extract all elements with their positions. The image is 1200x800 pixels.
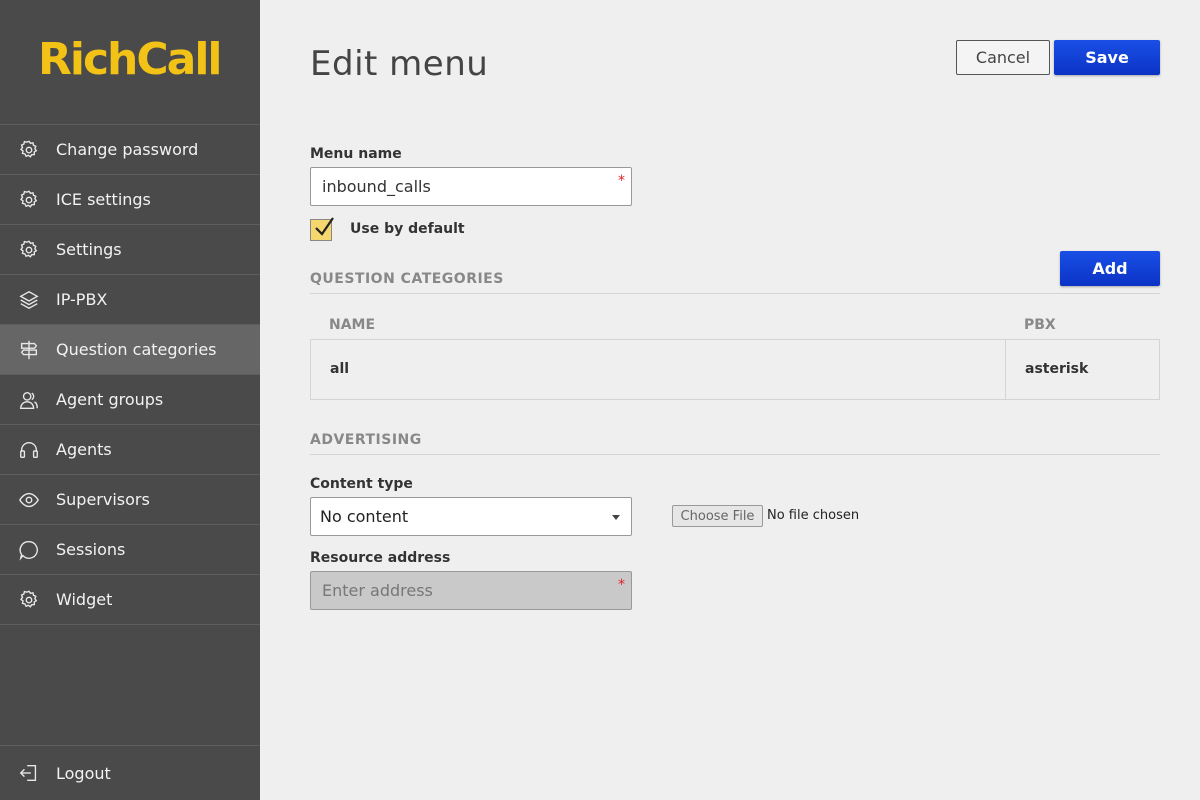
gear-icon bbox=[18, 139, 40, 161]
sidebar: RichCall Change password ICE settings Se… bbox=[0, 0, 260, 800]
column-header-name: NAME bbox=[329, 317, 376, 333]
sidebar-item-label: Agent groups bbox=[56, 390, 164, 409]
sidebar-item-sessions[interactable]: Sessions bbox=[0, 525, 260, 575]
user-group-icon bbox=[18, 389, 40, 411]
cell-divider bbox=[1005, 340, 1006, 399]
required-mark: * bbox=[618, 577, 625, 593]
content-type-value: No content bbox=[320, 507, 409, 526]
chat-icon bbox=[18, 539, 40, 561]
use-by-default-checkbox[interactable] bbox=[310, 217, 334, 241]
resource-address-placeholder: Enter address bbox=[322, 581, 433, 600]
resource-address-label: Resource address bbox=[310, 550, 451, 566]
sidebar-item-widget[interactable]: Widget bbox=[0, 575, 260, 625]
logout-label: Logout bbox=[56, 763, 111, 783]
menu-name-input[interactable]: inbound_calls * bbox=[310, 167, 632, 206]
logout-button[interactable]: Logout bbox=[0, 745, 260, 800]
question-categories-title: QUESTION CATEGORIES bbox=[310, 271, 504, 287]
logout-icon bbox=[18, 762, 40, 784]
required-mark: * bbox=[618, 173, 625, 189]
sidebar-item-label: Agents bbox=[56, 440, 112, 459]
sidebar-item-label: Widget bbox=[56, 590, 113, 609]
page-title: Edit menu bbox=[310, 44, 489, 84]
headset-icon bbox=[18, 439, 40, 461]
richcall-logo: RichCall bbox=[38, 34, 223, 85]
sidebar-item-agent-groups[interactable]: Agent groups bbox=[0, 375, 260, 425]
sidebar-item-label: IP-PBX bbox=[56, 290, 108, 309]
signpost-icon bbox=[18, 339, 40, 361]
sidebar-nav: Change password ICE settings Settings IP… bbox=[0, 124, 260, 625]
menu-name-value: inbound_calls bbox=[322, 177, 431, 196]
sidebar-item-label: ICE settings bbox=[56, 190, 151, 209]
menu-name-label: Menu name bbox=[310, 146, 402, 162]
column-header-pbx: PBX bbox=[1024, 317, 1056, 333]
sidebar-item-label: Change password bbox=[56, 140, 199, 159]
resource-address-input[interactable]: Enter address * bbox=[310, 571, 632, 610]
content-type-label: Content type bbox=[310, 476, 413, 492]
sidebar-item-ice-settings[interactable]: ICE settings bbox=[0, 175, 260, 225]
use-by-default-label: Use by default bbox=[350, 221, 465, 237]
sidebar-item-settings[interactable]: Settings bbox=[0, 225, 260, 275]
cell-name: all bbox=[330, 361, 350, 377]
cancel-button[interactable]: Cancel bbox=[956, 40, 1050, 75]
sidebar-item-label: Supervisors bbox=[56, 490, 150, 509]
sidebar-item-label: Question categories bbox=[56, 340, 217, 359]
choose-file-button[interactable]: Choose File bbox=[672, 505, 763, 527]
layers-icon bbox=[18, 289, 40, 311]
sidebar-item-change-password[interactable]: Change password bbox=[0, 125, 260, 175]
checkmark-icon bbox=[315, 217, 334, 236]
sidebar-item-ip-pbx[interactable]: IP-PBX bbox=[0, 275, 260, 325]
sidebar-item-label: Sessions bbox=[56, 540, 126, 559]
sidebar-item-supervisors[interactable]: Supervisors bbox=[0, 475, 260, 525]
table-row[interactable]: all asterisk bbox=[310, 339, 1160, 400]
section-divider bbox=[310, 454, 1160, 455]
file-status: No file chosen bbox=[767, 508, 860, 523]
section-divider bbox=[310, 293, 1160, 294]
cell-pbx: asterisk bbox=[1025, 361, 1089, 377]
save-button[interactable]: Save bbox=[1054, 40, 1160, 75]
gear-icon bbox=[18, 189, 40, 211]
sidebar-item-agents[interactable]: Agents bbox=[0, 425, 260, 475]
gear-icon bbox=[18, 589, 40, 611]
add-category-button[interactable]: Add bbox=[1060, 251, 1160, 286]
advertising-title: ADVERTISING bbox=[310, 432, 422, 448]
sidebar-item-question-categories[interactable]: Question categories bbox=[0, 325, 260, 375]
gear-icon bbox=[18, 239, 40, 261]
sidebar-item-label: Settings bbox=[56, 240, 122, 259]
eye-icon bbox=[18, 489, 40, 511]
caret-down-icon bbox=[612, 515, 620, 520]
content-type-select[interactable]: No content bbox=[310, 497, 632, 536]
